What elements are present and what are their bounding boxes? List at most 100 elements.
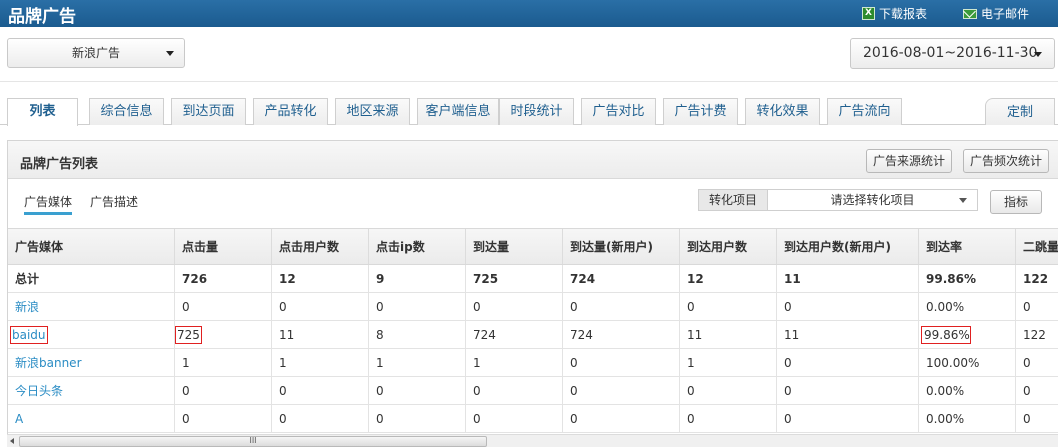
conversion-label: 转化项目 [698, 189, 768, 211]
table-cell: 122 [1023, 328, 1046, 342]
table-cell: 0 [272, 405, 369, 432]
column-header[interactable]: 点击ip数 [369, 229, 466, 264]
ad-list-panel: 品牌广告列表 广告来源统计 广告频次统计 广告媒体 广告描述 转化项目 请选择转… [7, 140, 1058, 447]
column-header[interactable]: 到达率 [919, 229, 1016, 264]
horizontal-scrollbar[interactable]: III [7, 434, 1058, 447]
tab-ad-compare[interactable]: 广告对比 [581, 98, 656, 125]
column-header[interactable]: 到达用户数(新用户) [777, 229, 919, 264]
table-cell: 0 [680, 293, 777, 320]
table-cell: 99.86% [919, 265, 1016, 292]
table-cell: 0 [272, 293, 369, 320]
table-cell: 0 [680, 405, 777, 432]
table-cell: 11 [680, 321, 777, 348]
column-header[interactable]: 点击用户数 [272, 229, 369, 264]
table-cell: 0 [369, 405, 466, 432]
tab-ad-billing[interactable]: 广告计费 [663, 98, 738, 125]
panel-title: 品牌广告列表 [20, 157, 99, 172]
table-cell: 1 [466, 349, 563, 376]
table-cell: 12 [680, 265, 777, 292]
subtab-ad-media[interactable]: 广告媒体 [24, 193, 73, 215]
tab-ad-flow[interactable]: 广告流向 [827, 98, 902, 125]
excel-icon: X [862, 7, 875, 20]
tab-time-stats[interactable]: 时段统计 [499, 98, 574, 125]
tab-landing-page[interactable]: 到达页面 [171, 98, 246, 125]
table-row: A 0 0 0 0 0 0 0 0.00% 0 [8, 405, 1058, 433]
scrollbar-thumb[interactable]: III [19, 436, 487, 447]
table-cell: 0 [272, 377, 369, 404]
chevron-down-icon [1034, 52, 1042, 57]
table-cell: 总计 [8, 265, 175, 292]
page-title: 品牌广告 [8, 7, 76, 27]
table-cell: 725 [466, 265, 563, 292]
table-cell: 0 [777, 377, 919, 404]
conversion-select-value: 请选择转化项目 [830, 193, 915, 207]
tab-overview[interactable]: 综合信息 [89, 98, 164, 125]
table-cell: 9 [369, 265, 466, 292]
table-cell: 724 [563, 265, 680, 292]
table-cell: 0 [369, 377, 466, 404]
conversion-select[interactable]: 请选择转化项目 [767, 189, 978, 211]
table-cell: 0 [680, 377, 777, 404]
media-select[interactable]: 新浪广告 [7, 38, 185, 68]
table-cell: 0 [777, 293, 919, 320]
table-cell: 11 [272, 321, 369, 348]
media-select-value: 新浪广告 [71, 46, 120, 60]
date-range-select[interactable]: 2016-08-01~2016-11-30 [850, 38, 1055, 69]
table-cell: 99.86% [919, 321, 1016, 348]
table-cell: 1 [272, 349, 369, 376]
column-header[interactable]: 点击量 [175, 229, 272, 264]
media-link[interactable]: 新浪banner [8, 349, 175, 376]
tab-product-conversion[interactable]: 产品转化 [253, 98, 328, 125]
download-report-link[interactable]: X 下载报表 [862, 5, 927, 22]
table-row: 今日头条 0 0 0 0 0 0 0 0.00% 0 [8, 377, 1058, 405]
table-cell: 0 [466, 405, 563, 432]
tab-list[interactable]: 列表 [7, 98, 78, 126]
email-link[interactable]: 电子邮件 [963, 5, 1029, 22]
subtab-ad-description[interactable]: 广告描述 [90, 193, 138, 210]
media-link[interactable]: 今日头条 [8, 377, 175, 404]
column-header[interactable]: 广告媒体 [8, 229, 175, 264]
table-cell: 0 [175, 405, 272, 432]
top-header: 品牌广告 X 下载报表 电子邮件 [0, 0, 1058, 27]
tab-customize[interactable]: 定制 [985, 98, 1055, 125]
table-cell: 0 [777, 405, 919, 432]
email-label: 电子邮件 [981, 7, 1030, 21]
media-link[interactable]: baidu [10, 326, 48, 344]
table-cell: 1 [175, 349, 272, 376]
table-cell: 0.00% [919, 377, 1016, 404]
ad-frequency-stats-button[interactable]: 广告频次统计 [963, 149, 1049, 173]
table-cell: 0.00% [919, 405, 1016, 432]
tab-conversion-effect[interactable]: 转化效果 [745, 98, 820, 125]
column-header[interactable]: 二跳量 [1016, 229, 1058, 264]
table-cell: 0 [777, 349, 919, 376]
tab-client-info[interactable]: 客户端信息 [417, 98, 499, 125]
table-cell: 0 [1023, 300, 1031, 314]
divider [0, 81, 1058, 82]
table-cell: 0 [1023, 412, 1031, 426]
media-link[interactable]: A [8, 405, 175, 432]
highlighted-value: 725 [175, 326, 202, 344]
panel-header: 品牌广告列表 广告来源统计 广告频次统计 [8, 141, 1058, 179]
table-cell: 12 [272, 265, 369, 292]
table-cell: 0 [563, 405, 680, 432]
chevron-down-icon [166, 51, 174, 56]
metrics-button[interactable]: 指标 [990, 190, 1042, 214]
column-header[interactable]: 到达用户数 [680, 229, 777, 264]
table-row: baidu 725 11 8 724 724 11 11 99.86% 122 [8, 321, 1058, 349]
download-report-label: 下载报表 [879, 7, 928, 21]
table-cell: 8 [369, 321, 466, 348]
table-cell: 0 [175, 293, 272, 320]
scroll-left-icon[interactable] [10, 438, 14, 444]
highlighted-value: 99.86% [921, 326, 971, 344]
table-cell: 724 [466, 321, 563, 348]
column-header[interactable]: 到达量(新用户) [563, 229, 680, 264]
ad-source-stats-button[interactable]: 广告来源统计 [866, 149, 952, 173]
media-link[interactable]: 新浪 [8, 293, 175, 320]
tab-region-source[interactable]: 地区来源 [335, 98, 410, 125]
table-cell: baidu [8, 321, 175, 348]
column-header[interactable]: 到达量 [466, 229, 563, 264]
table-cell: 122 [1023, 272, 1049, 286]
table-cell: 11 [777, 321, 919, 348]
table-cell: 724 [563, 321, 680, 348]
table-cell: 0 [1023, 356, 1031, 370]
